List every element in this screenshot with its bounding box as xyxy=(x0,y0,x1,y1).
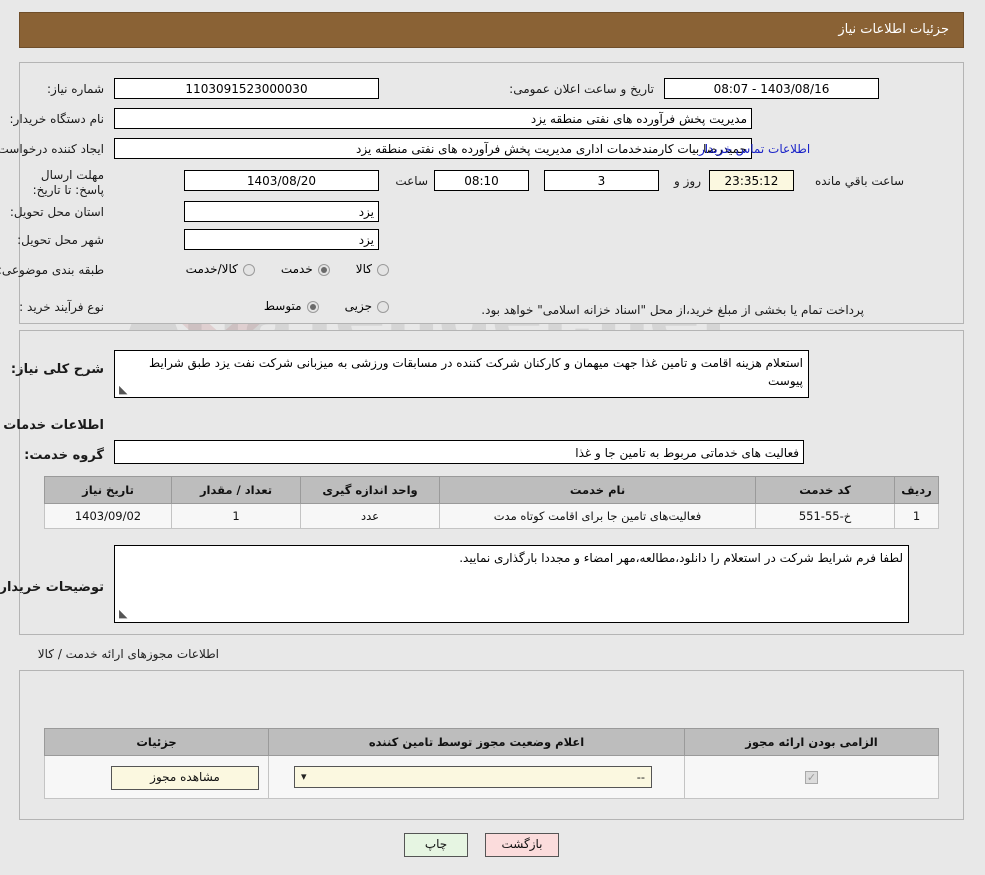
col-license-status: اعلام وضعیت مجوز توسط تامین کننده xyxy=(269,728,686,756)
cell-name: فعالیت‌های تامین جا برای اقامت کوتاه مدت xyxy=(440,503,757,529)
col-quantity: تعداد / مقدار xyxy=(172,476,302,504)
licenses-section-title: اطلاعات مجوزهای ارائه خدمت / کالا xyxy=(38,647,220,661)
purchase-process-note: پرداخت تمام یا بخشی از مبلغ خرید،از محل … xyxy=(482,303,865,317)
page-header-bar: جزئیات اطلاعات نیاز xyxy=(20,12,965,48)
services-table-header-row: ردیف کد خدمت نام خدمت واحد اندازه گیری ت… xyxy=(45,476,940,504)
cell-row: 1 xyxy=(895,503,940,529)
chevron-down-icon: ▾ xyxy=(302,770,308,783)
radio-khedmat[interactable] xyxy=(318,264,331,276)
days-unit-label: روز و xyxy=(675,174,702,188)
public-announce-label: تاریخ و ساعت اعلان عمومی: xyxy=(510,82,655,96)
delivery-city-value: یزد xyxy=(185,229,380,250)
request-creator-value: حمیدرضا بیات کارمندخدمات اداری مدیریت پخ… xyxy=(115,138,753,159)
general-description-textarea[interactable]: استعلام هزینه اقامت و تامین غذا جهت میهم… xyxy=(115,350,810,398)
services-table: ردیف کد خدمت نام خدمت واحد اندازه گیری ت… xyxy=(45,476,940,529)
cell-code: خ-55-551 xyxy=(756,503,896,529)
need-info-panel xyxy=(20,62,965,324)
radio-jozei[interactable] xyxy=(378,301,390,313)
page-root: V AriaTender.net جزئیات اطلاعات نیاز شما… xyxy=(0,0,985,875)
col-row: ردیف xyxy=(895,476,940,504)
radio-kala[interactable] xyxy=(378,264,390,276)
buyer-org-value: مدیریت پخش فرآورده های نفتی منطقه یزد xyxy=(115,108,753,129)
table-row: 1 خ-55-551 فعالیت‌های تامین جا برای اقام… xyxy=(45,503,940,529)
deadline-time-value: 08:10 xyxy=(435,170,530,191)
service-group-label: گروه خدمت: xyxy=(25,448,105,463)
cell-unit: عدد xyxy=(301,503,441,529)
need-number-value: 1103091523000030 xyxy=(115,78,380,99)
col-name: نام خدمت xyxy=(440,476,757,504)
col-license-details: جزئیات xyxy=(45,728,270,756)
days-left-value: 3 xyxy=(545,170,660,191)
deadline-label: مهلت ارسال پاسخ: تا تاریخ: xyxy=(33,168,105,197)
buyer-org-label: نام دستگاه خریدار: xyxy=(10,112,106,126)
licenses-table-header-row: الزامی بودن ارائه مجوز اعلام وضعیت مجوز … xyxy=(45,728,940,756)
radio-khedmat-label: خدمت xyxy=(281,262,314,276)
general-description-label: شرح کلی نیاز: xyxy=(11,362,105,377)
cell-quantity: 1 xyxy=(172,503,302,529)
deadline-date-value: 1403/08/20 xyxy=(185,170,380,191)
col-unit: واحد اندازه گیری xyxy=(301,476,441,504)
delivery-province-value: یزد xyxy=(185,201,380,222)
radio-kala-khedmat[interactable] xyxy=(243,264,256,276)
license-status-select-value: -- xyxy=(637,770,646,784)
radio-jozei-label: جزیی xyxy=(345,299,373,313)
purchase-process-label: نوع فرآیند خرید : xyxy=(20,300,105,314)
request-creator-label: ایجاد کننده درخواست: xyxy=(0,142,105,156)
need-number-label: شماره نیاز: xyxy=(48,82,105,96)
view-license-button[interactable]: مشاهده مجوز xyxy=(112,766,260,790)
page-title: جزئیات اطلاعات نیاز xyxy=(839,22,950,37)
license-required-checkbox: ✓ xyxy=(806,771,819,784)
col-date: تاریخ نیاز xyxy=(45,476,173,504)
buyer-contact-link[interactable]: اطلاعات تماس خریدار xyxy=(700,142,811,156)
radio-kala-label: کالا xyxy=(356,262,373,276)
time-left-suffix-label: ساعت باقي مانده xyxy=(815,174,905,188)
buyer-notes-resize-grip[interactable]: ◢ xyxy=(120,607,128,620)
license-status-select[interactable]: -- ▾ xyxy=(295,766,653,788)
public-announce-value: 1403/08/16 - 08:07 xyxy=(665,78,880,99)
print-button[interactable]: چاپ xyxy=(405,833,469,857)
radio-kala-khedmat-label: کالا/خدمت xyxy=(186,262,239,276)
time-left-value: 23:35:12 xyxy=(710,170,795,191)
delivery-province-label: استان محل تحویل: xyxy=(10,205,105,219)
radio-motavaset-label: متوسط xyxy=(264,299,303,313)
service-group-value: فعالیت های خدماتی مربوط به تامین جا و غذ… xyxy=(115,440,805,464)
buyer-notes-label: توضیحات خریدار: xyxy=(0,580,105,595)
col-code: کد خدمت xyxy=(756,476,896,504)
general-description-resize-grip[interactable]: ◢ xyxy=(120,383,128,396)
subject-category-label: طبقه بندی موضوعی: xyxy=(0,263,105,277)
deadline-hour-label: ساعت xyxy=(396,174,429,188)
delivery-city-label: شهر محل تحویل: xyxy=(18,233,105,247)
radio-motavaset[interactable] xyxy=(307,301,320,313)
back-button[interactable]: بازگشت xyxy=(486,833,560,857)
cell-license-required: ✓ xyxy=(685,755,940,799)
services-section-title: اطلاعات خدمات مورد نیاز xyxy=(0,418,105,433)
subject-category-radio-group[interactable]: کالا خدمت کالا/خدمت xyxy=(161,262,390,277)
buyer-notes-textarea[interactable]: لطفا فرم شرایط شرکت در استعلام را دانلود… xyxy=(115,545,910,623)
col-license-required: الزامی بودن ارائه مجوز xyxy=(685,728,940,756)
cell-date: 1403/09/02 xyxy=(45,503,173,529)
purchase-process-radio-group[interactable]: جزیی متوسط xyxy=(239,299,390,314)
